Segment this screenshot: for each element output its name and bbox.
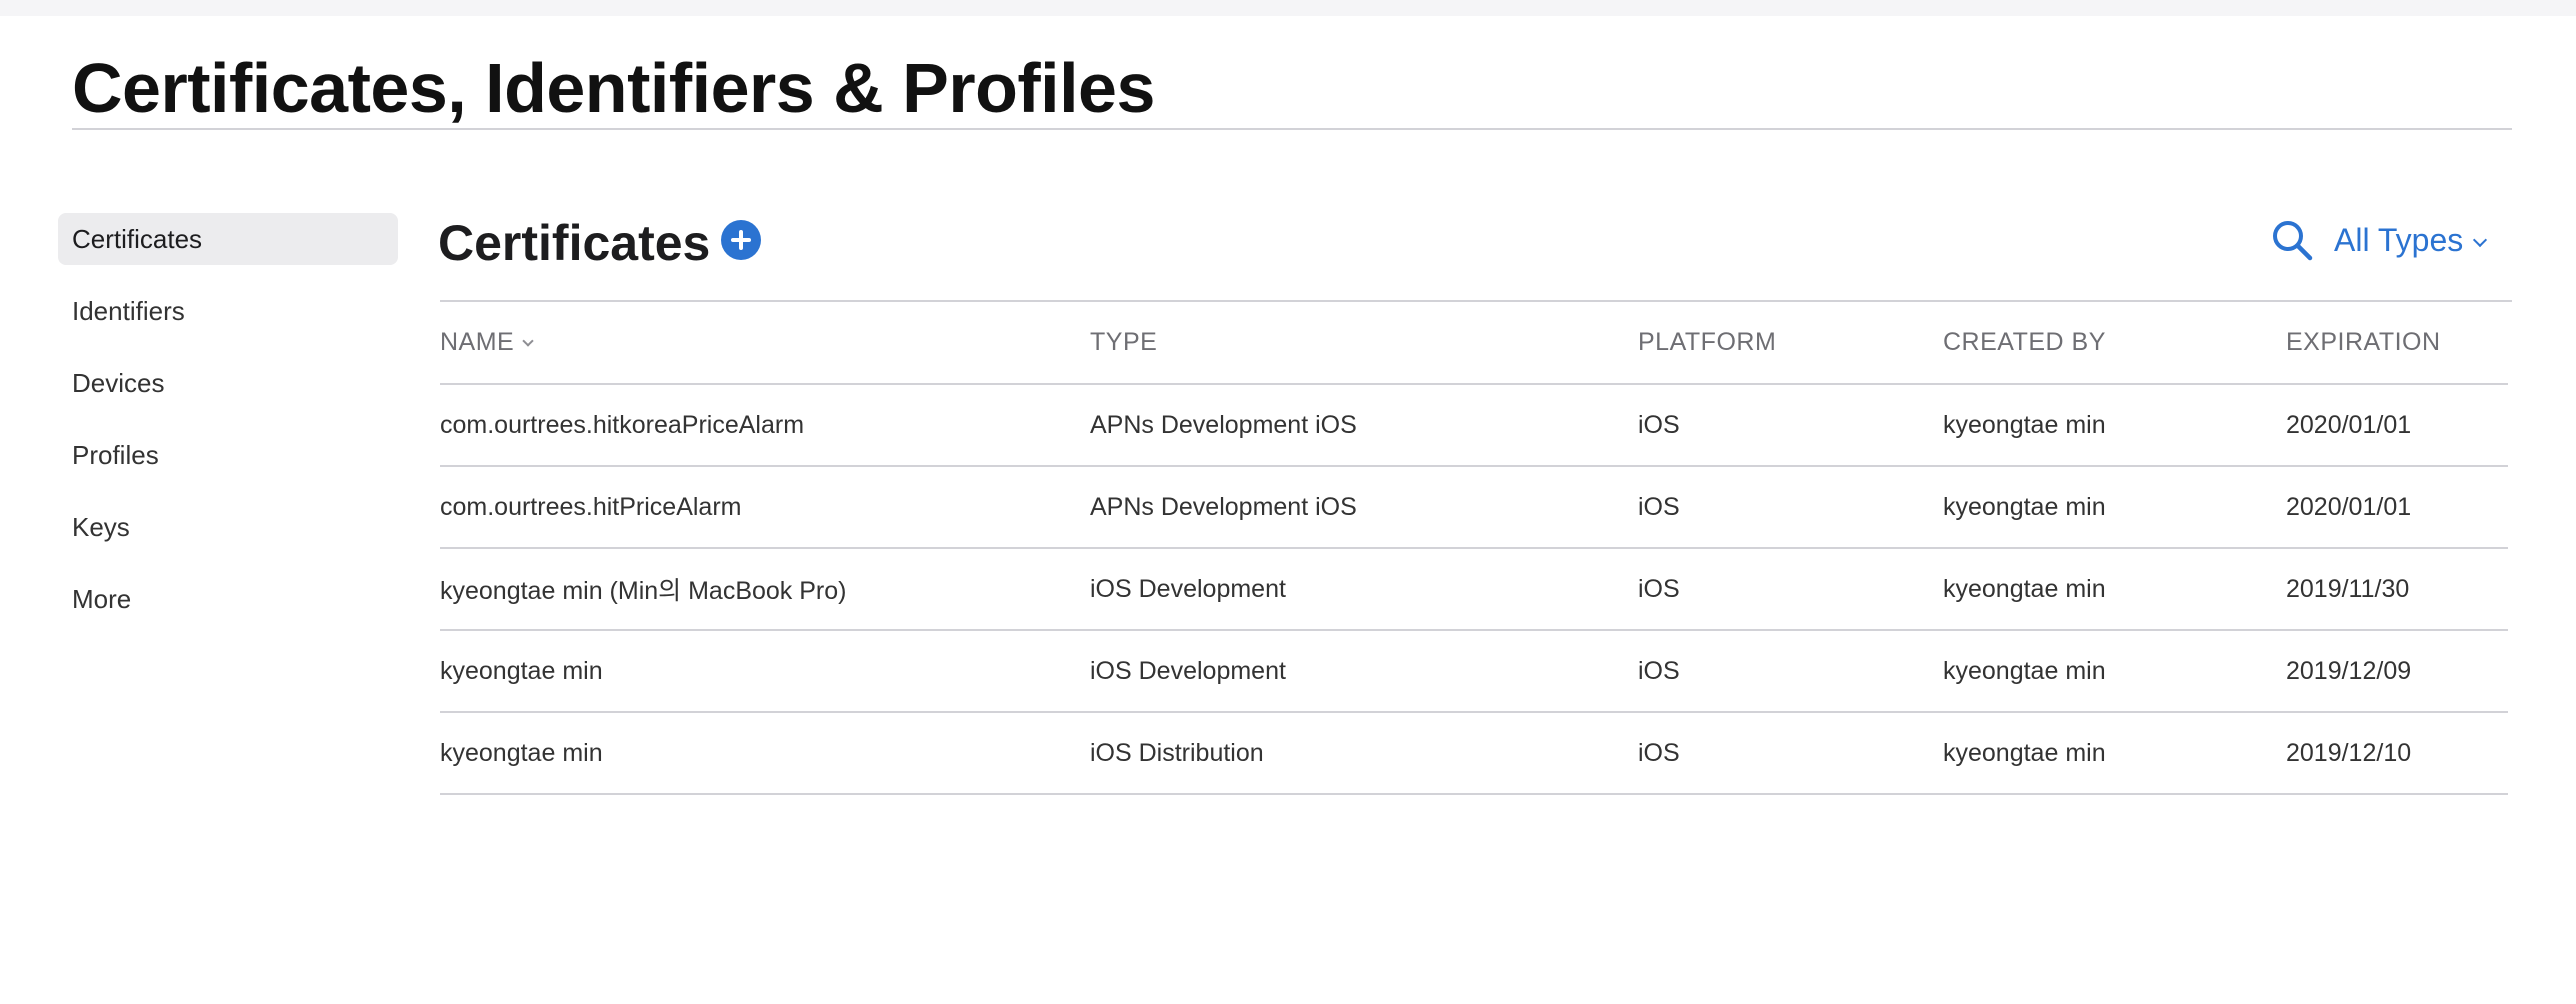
type-filter-label: All Types (2334, 222, 2464, 258)
table-row[interactable]: com.ourtrees.hitPriceAlarm APNs Developm… (440, 466, 2508, 549)
cell-platform: iOS (1638, 548, 1943, 631)
table-row[interactable]: kyeongtae min iOS Distribution iOS kyeon… (440, 712, 2508, 795)
cell-name: com.ourtrees.hitPriceAlarm (440, 466, 1090, 549)
sidebar: Certificates Identifiers Devices Profile… (58, 213, 398, 645)
cell-expiration: 2019/12/10 (2286, 712, 2508, 795)
cell-expiration: 2020/01/01 (2286, 466, 2508, 549)
sidebar-item-profiles[interactable]: Profiles (58, 429, 398, 481)
cell-type: iOS Development (1090, 630, 1638, 713)
sidebar-item-certificates[interactable]: Certificates (58, 213, 398, 265)
cell-expiration: 2019/12/09 (2286, 630, 2508, 713)
sort-chevron-icon (522, 335, 534, 347)
cell-type: iOS Distribution (1090, 712, 1638, 795)
cell-name: kyeongtae min (Min의 MacBook Pro) (440, 548, 1090, 631)
cell-created-by: kyeongtae min (1943, 712, 2286, 795)
cell-created-by: kyeongtae min (1943, 630, 2286, 713)
table-row[interactable]: com.ourtrees.hitkoreaPriceAlarm APNs Dev… (440, 384, 2508, 467)
table-row[interactable]: kyeongtae min iOS Development iOS kyeong… (440, 630, 2508, 713)
column-header-type[interactable]: TYPE (1090, 302, 1638, 385)
page-title: Certificates, Identifiers & Profiles (72, 49, 1155, 127)
cell-platform: iOS (1638, 466, 1943, 549)
top-strip (0, 0, 2576, 16)
cell-name: kyeongtae min (440, 630, 1090, 713)
cell-platform: iOS (1638, 712, 1943, 795)
column-header-created-by[interactable]: CREATED BY (1943, 302, 2286, 385)
cell-name: kyeongtae min (440, 712, 1090, 795)
search-icon[interactable] (2268, 216, 2318, 266)
section-title: Certificates (438, 215, 711, 271)
sidebar-item-keys[interactable]: Keys (58, 501, 398, 553)
main-content: Certificates All Types NAME TYPE PLATFOR… (438, 200, 2512, 795)
cell-expiration: 2019/11/30 (2286, 548, 2508, 631)
cell-type: APNs Development iOS (1090, 384, 1638, 467)
title-divider (72, 128, 2512, 130)
section-header: Certificates All Types (438, 200, 2512, 300)
table-header-row: NAME TYPE PLATFORM CREATED BY EXPIRATION (440, 302, 2508, 385)
sidebar-item-more[interactable]: More (58, 573, 398, 625)
cell-type: APNs Development iOS (1090, 466, 1638, 549)
cell-name: com.ourtrees.hitkoreaPriceAlarm (440, 384, 1090, 467)
cell-type: iOS Development (1090, 548, 1638, 631)
sidebar-item-devices[interactable]: Devices (58, 357, 398, 409)
type-filter-dropdown[interactable]: All Types (2334, 218, 2488, 262)
cell-created-by: kyeongtae min (1943, 466, 2286, 549)
cell-expiration: 2020/01/01 (2286, 384, 2508, 467)
cell-platform: iOS (1638, 630, 1943, 713)
column-header-expiration[interactable]: EXPIRATION (2286, 302, 2508, 385)
cell-created-by: kyeongtae min (1943, 548, 2286, 631)
chevron-down-icon (2473, 232, 2488, 248)
cell-platform: iOS (1638, 384, 1943, 467)
column-header-platform[interactable]: PLATFORM (1638, 302, 1943, 385)
column-header-name[interactable]: NAME (440, 302, 1090, 385)
certificates-table: NAME TYPE PLATFORM CREATED BY EXPIRATION… (440, 302, 2508, 795)
cell-created-by: kyeongtae min (1943, 384, 2286, 467)
plus-circle-icon[interactable] (721, 220, 761, 260)
table-row[interactable]: kyeongtae min (Min의 MacBook Pro) iOS Dev… (440, 548, 2508, 631)
sidebar-item-identifiers[interactable]: Identifiers (58, 285, 398, 337)
